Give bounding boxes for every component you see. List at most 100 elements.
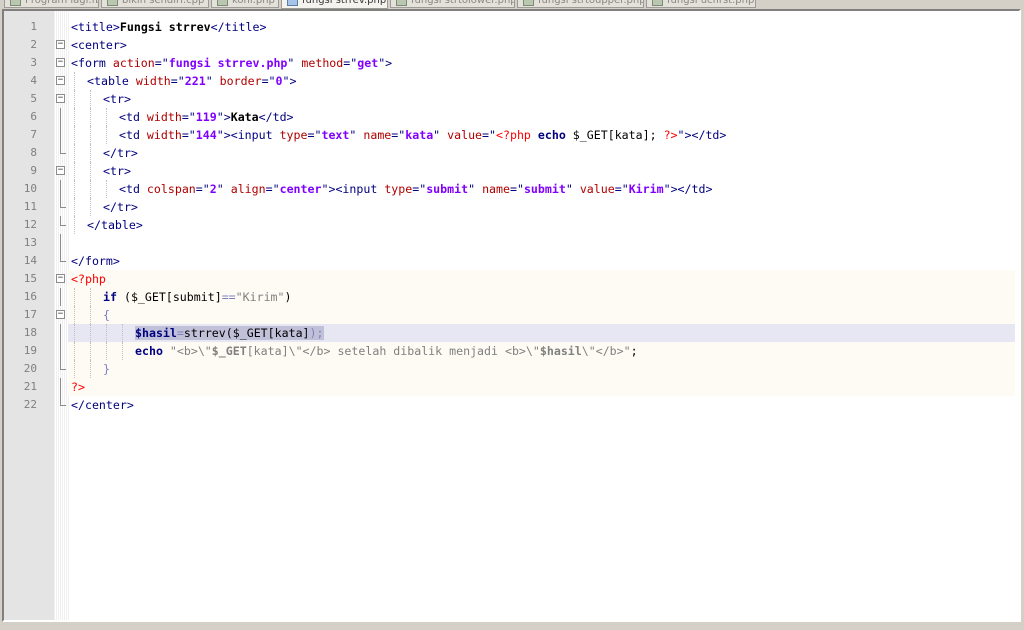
code-token: } xyxy=(103,362,110,376)
fold-toggle-icon[interactable]: − xyxy=(56,58,65,67)
code-line[interactable]: 13 xyxy=(4,234,1019,252)
file-tab[interactable]: Program lagi.fb xyxy=(4,0,99,8)
code-token: echo xyxy=(537,128,566,142)
line-number: 16 xyxy=(23,290,37,303)
code-line[interactable]: 19 echo "<b>\"$_GET[kata]\"</b> setelah d… xyxy=(4,342,1019,360)
code-token: ( xyxy=(116,290,131,304)
code-token: $_GET[kata] xyxy=(232,326,310,340)
code-text: <center> xyxy=(71,38,127,52)
code-line-content: <tr> xyxy=(68,162,1015,180)
code-line[interactable]: 9 − <tr> xyxy=(4,162,1019,180)
line-number: 8 xyxy=(30,146,37,159)
code-line[interactable]: 11 </tr> xyxy=(4,198,1019,216)
code-token: " xyxy=(565,182,580,196)
file-tab[interactable]: fungsi strrev.php xyxy=(281,0,388,9)
code-line[interactable]: 2 − <center> xyxy=(4,36,1019,54)
code-line-content: $hasil=strrev($_GET[kata]); xyxy=(68,324,1015,342)
code-token: </table> xyxy=(87,218,143,232)
fold-toggle-icon[interactable]: − xyxy=(56,274,65,283)
code-token: "></td> xyxy=(663,182,713,196)
code-token: </tr> xyxy=(103,200,138,214)
code-token: value xyxy=(579,182,615,196)
code-line[interactable]: 10 <td colspan="2" align="center"><input … xyxy=(4,180,1019,198)
code-line[interactable]: 18 $hasil=strrev($_GET[kata]); xyxy=(4,324,1019,342)
fold-toggle-icon[interactable]: − xyxy=(56,310,65,319)
indent-guide xyxy=(74,180,76,198)
file-tab[interactable]: fungsi strtoupper.php xyxy=(517,0,644,8)
code-line-content: <tr> xyxy=(68,90,1015,108)
code-token: =" xyxy=(154,56,169,70)
code-line[interactable]: 21 ?> xyxy=(4,378,1019,396)
code-line[interactable]: 14 </form> xyxy=(4,252,1019,270)
code-token: width xyxy=(135,74,171,88)
code-line[interactable]: 17 − { xyxy=(4,306,1019,324)
file-tab-label: fungsi strtoupper.php xyxy=(538,0,644,6)
code-line-content: <table width="221" border="0"> xyxy=(68,72,1015,90)
code-token: name xyxy=(482,182,510,196)
fold-toggle-icon[interactable]: − xyxy=(56,166,65,175)
code-line[interactable]: 16 if ($_GET[submit]=="Kirim") xyxy=(4,288,1019,306)
code-token: action xyxy=(112,56,155,70)
code-token: "Kirim" xyxy=(235,290,285,304)
fold-end-marker xyxy=(60,216,66,226)
file-tab[interactable]: fungsi ucfirst.php xyxy=(646,0,756,8)
code-line[interactable]: 3− <form action="fungsi strrev.php" metho… xyxy=(4,54,1019,72)
indent-guide xyxy=(74,72,76,90)
line-number: 17 xyxy=(23,308,37,321)
indent-guide xyxy=(74,162,76,180)
line-number: 14 xyxy=(23,254,37,267)
code-token: $hasil xyxy=(539,344,582,358)
code-token: </tr> xyxy=(103,146,138,160)
code-area[interactable]: 1 <title>Fungsi strrev</title> 2− <center> 3… xyxy=(4,18,1019,414)
code-token: =" xyxy=(181,128,196,142)
code-line[interactable]: 4 − <table width="221" border="0"> xyxy=(4,72,1019,90)
fold-toggle-icon[interactable]: − xyxy=(56,94,65,103)
code-token: $_GET[submit] xyxy=(130,290,222,304)
code-token: </title> xyxy=(210,20,267,34)
code-token: value xyxy=(447,128,483,142)
file-tab[interactable]: bikin sendiri.cpp xyxy=(101,0,209,8)
fold-guide xyxy=(60,180,61,198)
code-token: <tr> xyxy=(103,164,131,178)
code-line[interactable]: 22 </center> xyxy=(4,396,1019,414)
code-token: method xyxy=(301,56,344,70)
code-token: "> xyxy=(216,110,231,124)
code-token: 119 xyxy=(195,110,217,124)
file-tab[interactable]: fungsi strtolower.php xyxy=(390,0,515,8)
code-line[interactable]: 7 <td width="144"><input type="text" name… xyxy=(4,126,1019,144)
line-number: 4 xyxy=(30,74,37,87)
code-token: type xyxy=(279,128,308,142)
code-line-content: <td width="144"><input type="text" name=… xyxy=(68,126,1015,144)
code-line[interactable]: 6 <td width="119">Kata</td> xyxy=(4,108,1019,126)
code-editor[interactable]: 1 <title>Fungsi strrev</title> 2− <center> 3… xyxy=(2,9,1021,622)
fold-toggle-icon[interactable]: − xyxy=(56,40,65,49)
code-token: ; xyxy=(630,344,638,358)
code-line[interactable]: 20} xyxy=(4,360,1019,378)
code-token: align xyxy=(230,182,266,196)
code-line[interactable]: 15 − <?php xyxy=(4,270,1019,288)
code-line[interactable]: 8 </tr> xyxy=(4,144,1019,162)
indent-guide xyxy=(74,324,76,342)
fold-guide xyxy=(60,234,61,252)
file-icon xyxy=(10,0,21,6)
fold-toggle-icon[interactable]: − xyxy=(56,76,65,85)
code-token: ) xyxy=(284,290,292,304)
code-token: text xyxy=(321,128,350,142)
code-token: =" xyxy=(265,182,280,196)
fold-guide xyxy=(60,108,61,126)
line-number: 11 xyxy=(23,200,37,213)
code-token: $_GET[kata]; xyxy=(565,128,664,142)
code-line-content: </table> xyxy=(68,216,1015,234)
code-text: </table> xyxy=(71,218,143,232)
fold-end-marker xyxy=(60,360,66,370)
code-line[interactable]: 5 − <tr> xyxy=(4,90,1019,108)
code-line[interactable]: 12 </table> xyxy=(4,216,1019,234)
code-token: =" xyxy=(307,128,322,142)
file-tab-label: bikin sendiri.cpp xyxy=(122,0,205,6)
code-token: " xyxy=(349,128,364,142)
code-line[interactable]: 1 <title>Fungsi strrev</title> xyxy=(4,18,1019,36)
code-line-content: if ($_GET[submit]=="Kirim") xyxy=(68,288,1015,306)
file-tab[interactable]: koni.php xyxy=(211,0,279,8)
code-text: echo "<b>\"$_GET[kata]\"</b> setelah dib… xyxy=(71,344,638,358)
